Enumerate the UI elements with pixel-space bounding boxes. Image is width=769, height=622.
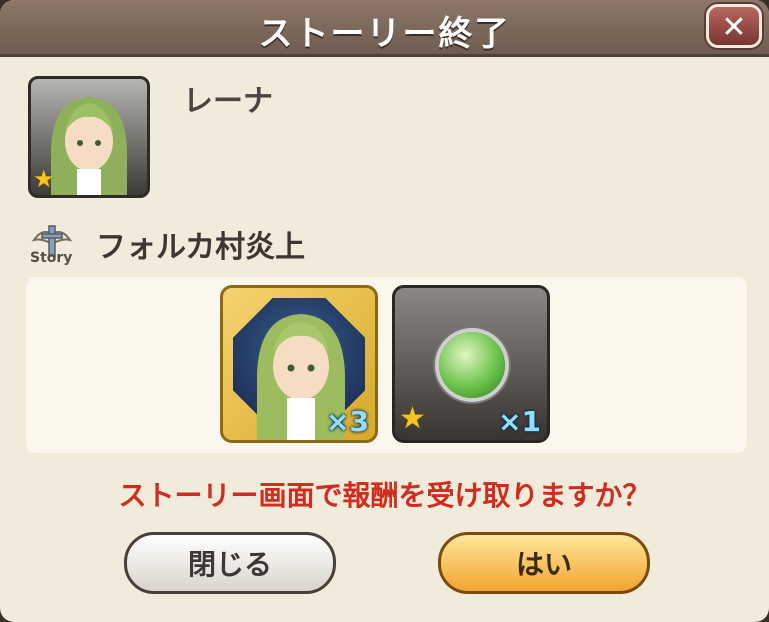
story-badge-label: Story (30, 250, 73, 266)
reward-quantity: ×1 (498, 405, 541, 438)
green-orb-icon (439, 332, 505, 398)
character-portrait: ★ (28, 76, 150, 198)
close-icon[interactable]: ✕ (706, 4, 762, 48)
reward-panel (26, 277, 747, 453)
title-bar: ストーリー終了 ✕ (0, 0, 769, 57)
dialog-title: ストーリー終了 (258, 14, 511, 54)
reward-quantity: ×3 (326, 405, 369, 438)
reward-dialog: ストーリー終了 ✕ ★ レーナ Story フォルカ村炎上 ×3 ★ ×1 スト… (0, 0, 769, 622)
rarity-star-icon: ★ (33, 165, 55, 193)
confirm-prompt: ストーリー画面で報酬を受け取りますか？ (118, 479, 651, 512)
close-button[interactable]: 閉じる (124, 532, 336, 594)
reward-orb[interactable]: ★ ×1 (392, 285, 550, 443)
reward-character-shard[interactable]: ×3 (220, 285, 378, 443)
chapter-title: フォルカ村炎上 (96, 230, 306, 265)
rarity-star-icon: ★ (399, 401, 426, 436)
yes-button[interactable]: はい (438, 532, 650, 594)
character-name: レーナ (183, 84, 273, 119)
